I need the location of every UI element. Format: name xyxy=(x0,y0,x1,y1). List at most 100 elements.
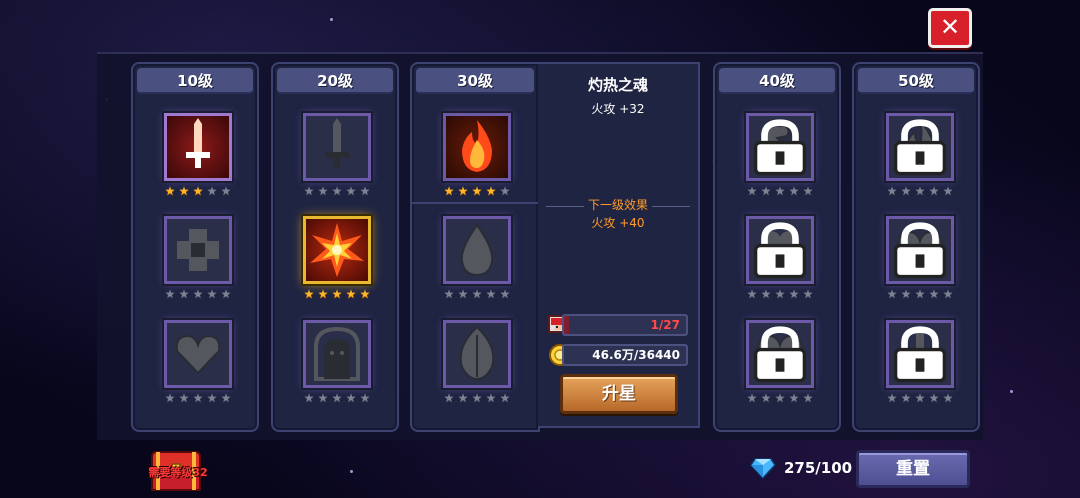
skill-slot[interactable] xyxy=(746,320,814,388)
star-empty-icon: ★ xyxy=(499,287,511,301)
star-rating: ★ ★ ★ ★ ★ xyxy=(162,392,234,404)
star-empty-icon: ★ xyxy=(774,184,786,198)
star-empty-icon: ★ xyxy=(802,391,814,405)
star-empty-icon: ★ xyxy=(359,391,371,405)
star-empty-icon: ★ xyxy=(485,287,497,301)
close-button[interactable]: ✕ xyxy=(928,8,972,48)
upgrade-star-button[interactable]: 升星 xyxy=(560,374,678,414)
shield-cross-icon xyxy=(177,229,219,271)
star-rating: ★ ★ ★ ★ ★ xyxy=(441,392,513,404)
explosion-icon xyxy=(310,223,364,277)
bg-star xyxy=(1010,390,1013,393)
star-empty-icon: ★ xyxy=(760,184,772,198)
diamond-icon xyxy=(750,458,776,480)
star-empty-icon: ★ xyxy=(178,287,190,301)
column-header: 40级 xyxy=(719,68,835,94)
star-rating: ★ ★ ★ ★ ★ xyxy=(884,392,956,404)
star-rating: ★ ★ ★ ★ ★ xyxy=(441,185,513,197)
next-level-effect: 火攻 +40 xyxy=(591,216,645,230)
star-rating: ★ ★ ★ ★ ★ xyxy=(301,288,373,300)
gem-count: 275/100 xyxy=(784,459,853,477)
star-rating: ★ ★ ★ ★ ★ xyxy=(301,185,373,197)
next-level-label-wrap: 下一级效果 xyxy=(538,198,698,213)
fragment-progress-bar: 1/27 xyxy=(562,314,688,336)
skill-slot[interactable] xyxy=(164,113,232,181)
skill-name: 灼热之魂 xyxy=(587,76,648,94)
column-header: 30级 xyxy=(416,68,534,94)
star-filled-icon: ★ xyxy=(471,184,483,198)
skill-slot[interactable] xyxy=(886,216,954,284)
skill-slot[interactable] xyxy=(443,216,511,284)
star-empty-icon: ★ xyxy=(220,184,232,198)
star-filled-icon: ★ xyxy=(359,287,371,301)
star-empty-icon: ★ xyxy=(192,287,204,301)
column-header: 20级 xyxy=(277,68,393,94)
star-empty-icon: ★ xyxy=(206,391,218,405)
lock-icon xyxy=(753,326,807,383)
star-filled-icon: ★ xyxy=(485,184,497,198)
skill-slot[interactable] xyxy=(303,113,371,181)
bg-star xyxy=(330,18,333,21)
skill-slot[interactable] xyxy=(886,113,954,181)
star-empty-icon: ★ xyxy=(443,391,455,405)
lock-icon xyxy=(753,222,807,279)
sword-crystal-icon xyxy=(325,118,349,168)
next-level-label: 下一级效果 xyxy=(583,198,652,212)
star-empty-icon: ★ xyxy=(359,184,371,198)
star-empty-icon: ★ xyxy=(942,287,954,301)
skill-slot[interactable] xyxy=(443,113,511,181)
star-empty-icon: ★ xyxy=(900,287,912,301)
star-empty-icon: ★ xyxy=(317,391,329,405)
column-header: 10级 xyxy=(137,68,253,94)
star-empty-icon: ★ xyxy=(746,391,758,405)
skill-slot[interactable] xyxy=(746,113,814,181)
skill-slot[interactable] xyxy=(303,320,371,388)
star-empty-icon: ★ xyxy=(760,391,772,405)
star-empty-icon: ★ xyxy=(914,391,926,405)
star-empty-icon: ★ xyxy=(886,287,898,301)
star-empty-icon: ★ xyxy=(900,391,912,405)
star-empty-icon: ★ xyxy=(886,391,898,405)
star-rating: ★ ★ ★ ★ ★ xyxy=(884,185,956,197)
lock-icon xyxy=(893,222,947,279)
star-filled-icon: ★ xyxy=(457,184,469,198)
star-empty-icon: ★ xyxy=(220,391,232,405)
star-rating: ★ ★ ★ ★ ★ xyxy=(884,288,956,300)
star-empty-icon: ★ xyxy=(788,287,800,301)
skill-slot[interactable] xyxy=(303,216,371,284)
skill-slot[interactable] xyxy=(164,320,232,388)
star-filled-icon: ★ xyxy=(317,287,329,301)
star-empty-icon: ★ xyxy=(928,287,940,301)
star-empty-icon: ★ xyxy=(345,391,357,405)
star-empty-icon: ★ xyxy=(788,391,800,405)
star-empty-icon: ★ xyxy=(331,391,343,405)
skill-slot[interactable] xyxy=(886,320,954,388)
star-rating: ★ ★ ★ ★ ★ xyxy=(441,288,513,300)
star-empty-icon: ★ xyxy=(331,184,343,198)
star-empty-icon: ★ xyxy=(303,184,315,198)
star-empty-icon: ★ xyxy=(443,287,455,301)
skill-slot[interactable] xyxy=(443,320,511,388)
star-empty-icon: ★ xyxy=(928,391,940,405)
star-empty-icon: ★ xyxy=(164,287,176,301)
star-empty-icon: ★ xyxy=(914,184,926,198)
star-empty-icon: ★ xyxy=(457,287,469,301)
star-empty-icon: ★ xyxy=(164,391,176,405)
star-filled-icon: ★ xyxy=(331,287,343,301)
sword-crystal-icon xyxy=(186,118,210,168)
star-empty-icon: ★ xyxy=(774,287,786,301)
skill-slot[interactable] xyxy=(164,216,232,284)
ghost-portal-icon xyxy=(314,326,360,381)
leaf-icon xyxy=(459,325,495,381)
star-filled-icon: ★ xyxy=(443,184,455,198)
star-empty-icon: ★ xyxy=(942,184,954,198)
skill-current-effect: 火攻 +32 xyxy=(591,102,645,116)
star-rating: ★ ★ ★ ★ ★ xyxy=(744,392,816,404)
reset-button[interactable]: 重置 xyxy=(856,450,970,488)
star-empty-icon: ★ xyxy=(457,391,469,405)
chest-requirement-label: 需要等级32 xyxy=(148,466,208,479)
star-filled-icon: ★ xyxy=(164,184,176,198)
skill-slot[interactable] xyxy=(746,216,814,284)
star-empty-icon: ★ xyxy=(485,391,497,405)
lock-icon xyxy=(753,119,807,176)
